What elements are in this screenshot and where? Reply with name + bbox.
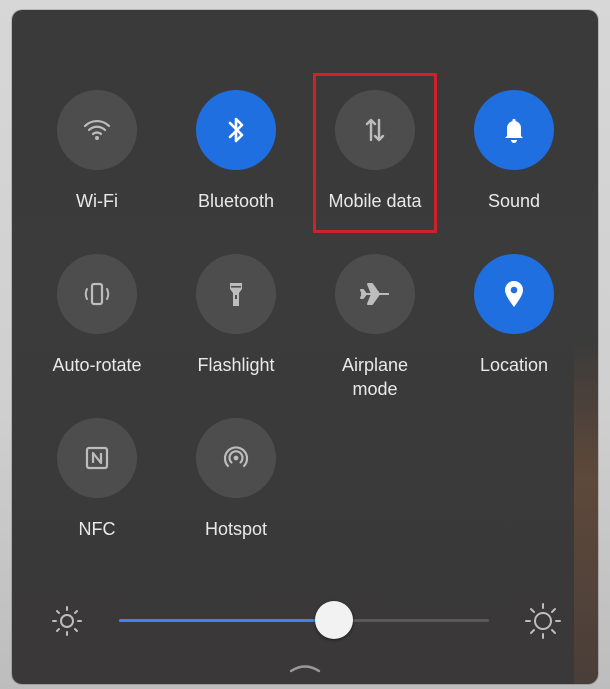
brightness-high-icon xyxy=(525,603,561,639)
wifi-icon xyxy=(83,119,111,140)
tile-auto-rotate-label: Auto-rotate xyxy=(52,355,142,375)
brightness-slider-thumb[interactable] xyxy=(314,601,353,639)
hotspot-icon xyxy=(223,446,249,468)
tile-bluetooth-button[interactable] xyxy=(196,90,276,170)
tile-location-label: Location xyxy=(479,355,549,375)
tile-sound[interactable]: Sound xyxy=(454,90,574,213)
tile-mobile-data-label: Mobile data xyxy=(328,191,422,211)
tile-flashlight-label: Flashlight xyxy=(197,355,275,375)
tile-flashlight-button[interactable] xyxy=(196,254,276,334)
tile-sound-label: Sound xyxy=(487,191,541,211)
flashlight-icon xyxy=(230,283,242,306)
nfc-icon xyxy=(85,446,109,470)
quick-settings-panel: Wi-Fi Bluetooth Mobile data Sound Auto-r… xyxy=(12,10,598,684)
auto-rotate-icon xyxy=(84,282,110,306)
screen-frame: Wi-Fi Bluetooth Mobile data Sound Auto-r… xyxy=(0,0,610,689)
tile-nfc[interactable]: NFC xyxy=(37,418,157,541)
tile-nfc-button[interactable] xyxy=(57,418,137,498)
tile-hotspot-label: Hotspot xyxy=(204,519,268,539)
brightness-slider[interactable] xyxy=(119,601,489,639)
tile-mobile-data[interactable]: Mobile data xyxy=(315,90,435,213)
brightness-row xyxy=(12,590,598,650)
location-pin-icon xyxy=(505,281,523,307)
tile-hotspot[interactable]: Hotspot xyxy=(176,418,296,541)
tile-location[interactable]: Location xyxy=(454,254,574,377)
tile-hotspot-button[interactable] xyxy=(196,418,276,498)
tile-airplane-mode-label: Airplane mode xyxy=(341,355,409,399)
tile-mobile-data-button[interactable] xyxy=(335,90,415,170)
brightness-slider-fill xyxy=(119,619,334,622)
tile-location-button[interactable] xyxy=(474,254,554,334)
tile-wifi[interactable]: Wi-Fi xyxy=(37,90,157,213)
airplane-icon xyxy=(360,283,389,305)
tile-auto-rotate-button[interactable] xyxy=(57,254,137,334)
tile-flashlight[interactable]: Flashlight xyxy=(176,254,296,377)
tile-sound-button[interactable] xyxy=(474,90,554,170)
tile-airplane-mode-button[interactable] xyxy=(335,254,415,334)
tile-airplane-mode[interactable]: Airplane mode xyxy=(315,254,435,401)
drag-handle-icon[interactable] xyxy=(288,660,322,674)
tile-nfc-label: NFC xyxy=(78,519,116,539)
tile-bluetooth-label: Bluetooth xyxy=(197,191,275,211)
brightness-low-icon xyxy=(52,606,82,636)
tile-wifi-label: Wi-Fi xyxy=(76,191,118,211)
tile-auto-rotate[interactable]: Auto-rotate xyxy=(37,254,157,377)
bell-icon xyxy=(505,118,523,143)
tile-wifi-button[interactable] xyxy=(57,90,137,170)
mobile-data-icon xyxy=(365,118,385,142)
bluetooth-icon xyxy=(228,117,244,143)
tile-bluetooth[interactable]: Bluetooth xyxy=(176,90,296,213)
